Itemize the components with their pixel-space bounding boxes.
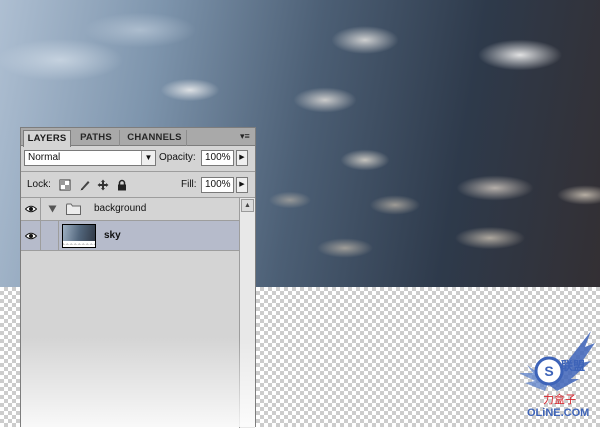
watermark-logo-text: 联盟	[561, 359, 586, 373]
eye-icon	[25, 232, 37, 240]
fill-label: Fill:	[181, 179, 197, 190]
tab-paths[interactable]: PATHS	[73, 130, 120, 146]
tab-layers[interactable]: LAYERS	[23, 130, 71, 147]
layers-list: background sky	[21, 198, 239, 408]
chevron-down-icon: ▼	[141, 151, 155, 165]
svg-text:S: S	[544, 363, 553, 379]
scroll-up-icon[interactable]: ▲	[241, 199, 254, 212]
opacity-label: Opacity:	[159, 152, 196, 163]
layer-thumbnail	[62, 224, 96, 248]
fill-slider-button[interactable]: ▶	[236, 177, 248, 193]
lock-label: Lock:	[27, 179, 51, 190]
lock-all-icon[interactable]	[116, 179, 128, 191]
divider	[21, 171, 255, 172]
lock-transparent-icon[interactable]	[59, 179, 71, 191]
layers-panel: LAYERS PATHS CHANNELS ▾≡ Normal ▼ Opacit…	[20, 127, 256, 428]
opacity-slider-button[interactable]: ▶	[236, 150, 248, 166]
blend-mode-select[interactable]: Normal ▼	[24, 150, 156, 166]
eye-icon	[25, 205, 37, 213]
layer-row-sky[interactable]: sky	[21, 221, 239, 251]
link-cell[interactable]	[41, 221, 59, 250]
blend-mode-value: Normal	[28, 152, 61, 163]
folder-icon	[66, 203, 81, 215]
panel-menu-icon[interactable]: ▾≡	[240, 131, 252, 141]
site-watermark: S 联盟 力盒子 OLiNE.COM	[505, 325, 597, 425]
opacity-input[interactable]: 100%	[201, 150, 234, 166]
layer-row-background[interactable]: background	[21, 198, 239, 221]
layer-name: sky	[104, 230, 121, 241]
lock-image-icon[interactable]	[79, 179, 91, 191]
watermark-domain: OLiNE.COM	[527, 407, 590, 419]
visibility-toggle[interactable]	[21, 198, 41, 220]
layers-scrollbar[interactable]: ▲	[239, 198, 255, 428]
lock-position-icon[interactable]	[97, 179, 109, 191]
panel-tab-bar: LAYERS PATHS CHANNELS ▾≡	[21, 128, 255, 147]
visibility-toggle[interactable]	[21, 221, 41, 250]
fill-input[interactable]: 100%	[201, 177, 234, 193]
layer-name: background	[94, 203, 147, 214]
expand-triangle-icon[interactable]	[48, 205, 57, 213]
tab-channels[interactable]: CHANNELS	[123, 130, 187, 146]
watermark-brand: 力盒子	[543, 393, 576, 406]
